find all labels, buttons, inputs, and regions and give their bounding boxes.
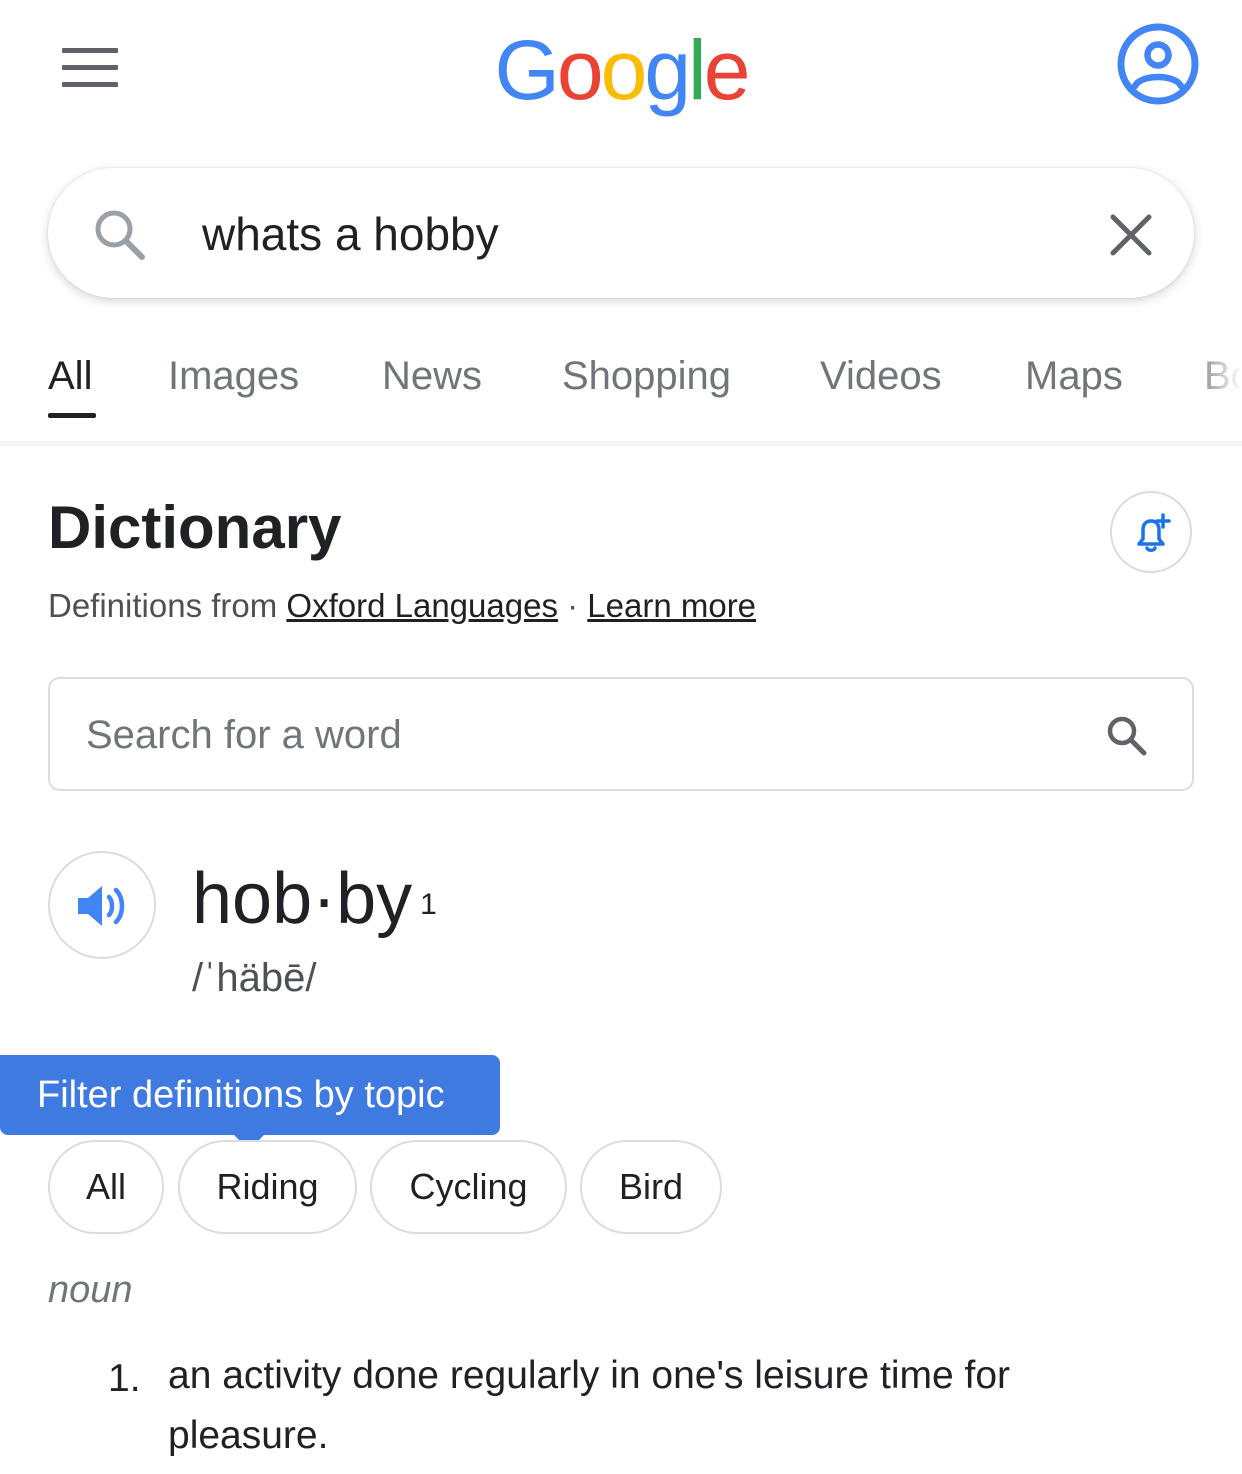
dictionary-title: Dictionary <box>48 494 342 561</box>
search-icon[interactable] <box>90 205 148 263</box>
tab-shopping[interactable]: Shopping <box>562 352 731 400</box>
headword-superscript: 1 <box>420 888 437 921</box>
search-tabs: All Images News Shopping Videos Maps Bo <box>0 340 1242 440</box>
tab-news[interactable]: News <box>382 352 482 400</box>
word-search-input[interactable] <box>86 703 1066 767</box>
tab-videos[interactable]: Videos <box>820 352 942 400</box>
headword: hob·by 1 <box>192 856 437 942</box>
alert-button[interactable] <box>1110 491 1192 573</box>
definition-text: an activity done regularly in one's leis… <box>168 1354 1011 1457</box>
close-icon[interactable] <box>1108 212 1154 258</box>
logo-letter: e <box>703 23 751 117</box>
tab-images[interactable]: Images <box>168 352 299 400</box>
phonetic-spelling: /ˈhäbē/ <box>192 956 317 1000</box>
word-search-box <box>48 677 1194 791</box>
search-query-text[interactable]: whats a hobby <box>202 204 499 264</box>
oxford-languages-link[interactable]: Oxford Languages <box>286 587 558 624</box>
search-icon[interactable] <box>1104 713 1150 759</box>
learn-more-link[interactable]: Learn more <box>587 587 756 624</box>
topic-chip-bird[interactable]: Bird <box>580 1140 722 1234</box>
logo-letter: G <box>494 23 560 117</box>
tabs-divider <box>0 441 1242 446</box>
headword-text: hob·by <box>192 859 413 939</box>
active-tab-indicator <box>48 413 96 418</box>
filter-tooltip: Filter definitions by topic <box>0 1055 500 1135</box>
part-of-speech: noun <box>48 1269 133 1311</box>
account-circle-icon[interactable] <box>1116 22 1200 106</box>
logo-letter: g <box>644 23 691 117</box>
dictionary-source: Definitions from Oxford Languages · Lear… <box>48 586 756 626</box>
topic-chip-all[interactable]: All <box>48 1140 164 1234</box>
topic-chip-cycling[interactable]: Cycling <box>370 1140 567 1234</box>
tab-all[interactable]: All <box>48 352 92 400</box>
tooltip-text: Filter definitions by topic <box>37 1074 445 1116</box>
topic-chip-riding[interactable]: Riding <box>178 1140 357 1234</box>
tab-scroll-fade <box>1190 340 1242 440</box>
source-prefix: Definitions from <box>48 587 287 624</box>
logo-letter: o <box>556 23 604 117</box>
logo-letter: o <box>600 23 648 117</box>
definition-number: 1. <box>108 1357 141 1400</box>
logo-letter: l <box>688 23 707 117</box>
speaker-icon <box>78 886 125 926</box>
pronunciation-button[interactable] <box>48 851 156 959</box>
google-logo: Google <box>0 22 1242 118</box>
source-separator: · <box>557 587 588 624</box>
tab-maps[interactable]: Maps <box>1025 352 1123 400</box>
bell-plus-icon <box>1137 513 1171 552</box>
